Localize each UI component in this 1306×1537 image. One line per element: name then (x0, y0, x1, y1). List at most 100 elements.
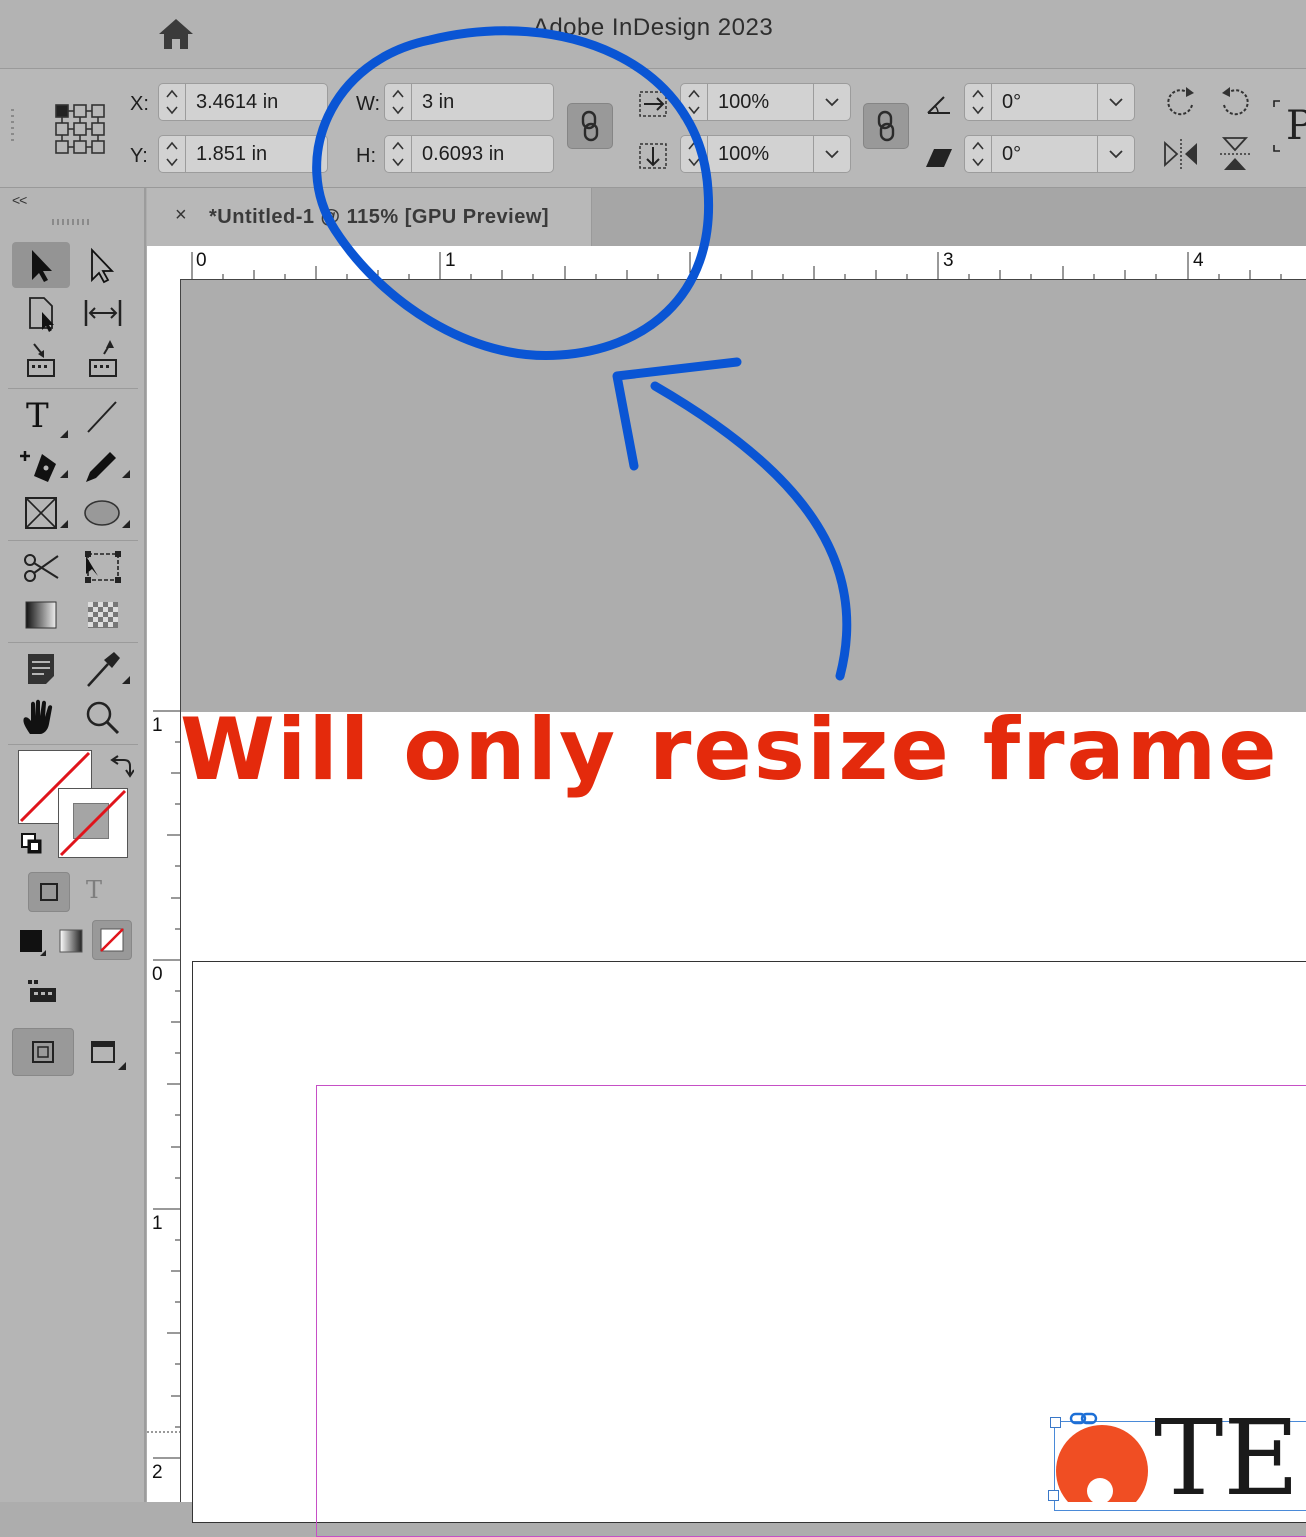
horizontal-ruler[interactable]: 0 1 3 4 (147, 246, 1306, 280)
gap-tool[interactable] (74, 290, 132, 336)
selection-arrow-icon (32, 250, 52, 282)
note-icon (28, 654, 54, 684)
pasteboard[interactable] (181, 280, 1306, 712)
zoom-tool[interactable] (74, 694, 132, 740)
none-swatch-icon (100, 928, 124, 952)
scale-x-field[interactable]: 100% (708, 83, 814, 121)
swap-fill-stroke-icon[interactable] (108, 754, 134, 780)
scale-y-stepper[interactable] (680, 135, 708, 173)
chevron-down-icon (1109, 150, 1123, 159)
window-title: Adobe InDesign 2023 (532, 14, 774, 41)
page-tool[interactable] (12, 290, 70, 336)
stroke-swatch[interactable] (58, 788, 128, 858)
scale-y-field[interactable]: 100% (708, 135, 814, 173)
shear-stepper[interactable] (964, 135, 992, 173)
ellipse-icon (84, 500, 130, 528)
scale-y-dropdown[interactable] (813, 135, 851, 173)
logo-circle-mark (1056, 1425, 1148, 1502)
scale-x-stepper[interactable] (680, 83, 708, 121)
collapse-panel-button[interactable]: << (12, 192, 27, 208)
screen-mode-button[interactable] (74, 1028, 134, 1074)
shear-dropdown[interactable] (1097, 135, 1135, 173)
rotation-dropdown[interactable] (1097, 83, 1135, 121)
pen-tool[interactable] (12, 442, 70, 488)
constrain-scale-button[interactable] (863, 103, 909, 149)
pen-tool-icon (20, 451, 68, 482)
formatting-affects-text-button[interactable]: T (76, 872, 116, 910)
apply-color-button[interactable] (18, 928, 46, 956)
ruler-label: 3 (943, 250, 954, 271)
gradient-swatch-tool[interactable] (12, 592, 70, 638)
chain-link-icon (581, 110, 599, 142)
shear-field[interactable]: 0° (992, 135, 1098, 173)
y-stepper[interactable] (158, 135, 186, 173)
flip-vertical-icon[interactable] (1216, 135, 1254, 173)
rotation-stepper[interactable] (964, 83, 992, 121)
x-label: X: (130, 93, 149, 115)
content-placer-tool[interactable] (74, 338, 132, 384)
gradient-feather-icon (88, 602, 118, 628)
flip-horizontal-icon[interactable] (1162, 135, 1200, 173)
vertical-ruler-ticks (147, 710, 180, 1459)
formatting-affects-container-button[interactable] (28, 872, 70, 912)
h-field[interactable]: 0.6093 in (412, 135, 554, 173)
content-collector-tool[interactable] (12, 338, 70, 384)
reference-point-icon[interactable] (54, 103, 106, 155)
selection-tool[interactable] (12, 242, 70, 288)
panel-grip-icon[interactable] (10, 109, 16, 149)
note-tool[interactable] (12, 646, 70, 692)
chevron-down-icon (825, 98, 839, 107)
ruler-label: 1 (152, 1213, 163, 1234)
pencil-tool[interactable] (74, 442, 132, 488)
chevron-down-icon (1109, 98, 1123, 107)
default-fill-stroke-icon[interactable] (20, 832, 44, 856)
document-tab[interactable]: × *Untitled-1 @ 115% [GPU Preview] (147, 188, 592, 246)
tools-separator (8, 744, 138, 745)
type-tool-icon: T (26, 396, 49, 436)
h-stepper[interactable] (384, 135, 412, 173)
rotate-counterclockwise-icon[interactable] (1216, 83, 1254, 121)
shear-angle-icon (926, 149, 952, 167)
direct-selection-tool[interactable] (74, 242, 132, 288)
apply-gradient-button[interactable] (58, 928, 84, 954)
rotate-clockwise-icon[interactable] (1162, 83, 1200, 121)
line-tool[interactable] (74, 394, 132, 440)
screen-mode-icon (91, 1041, 126, 1070)
apply-none-button[interactable] (92, 920, 132, 960)
w-field[interactable]: 3 in (412, 83, 554, 121)
none-swatch-icon (59, 789, 127, 857)
h-label: H: (356, 145, 376, 167)
direct-selection-arrow-icon (91, 247, 115, 284)
ruler-label: 1 (445, 250, 456, 271)
pencil-icon (86, 452, 130, 482)
y-field[interactable]: 1.851 in (186, 135, 328, 173)
tools-separator (8, 642, 138, 643)
close-tab-icon[interactable]: × (175, 204, 187, 227)
color-theme-tool-icon[interactable] (26, 978, 60, 1006)
hand-tool[interactable] (12, 694, 70, 740)
rectangle-frame-tool[interactable] (12, 490, 70, 536)
constrain-proportions-button[interactable] (567, 103, 613, 149)
x-field[interactable]: 3.4614 in (186, 83, 328, 121)
scale-x-dropdown[interactable] (813, 83, 851, 121)
x-stepper[interactable] (158, 83, 186, 121)
scale-x-icon (639, 91, 667, 117)
frame-bracket-icon (1273, 100, 1280, 152)
panel-grip-icon[interactable] (52, 218, 90, 226)
vertical-ruler[interactable]: 1 0 1 2 (147, 279, 181, 1502)
normal-view-mode-button[interactable] (12, 1028, 74, 1076)
free-transform-icon (85, 551, 121, 583)
free-transform-tool[interactable] (74, 544, 132, 590)
scissors-tool[interactable] (12, 544, 70, 590)
w-stepper[interactable] (384, 83, 412, 121)
rotation-field[interactable]: 0° (992, 83, 1098, 121)
chevron-down-icon (825, 150, 839, 159)
eyedropper-tool[interactable] (74, 646, 132, 692)
ellipse-tool[interactable] (74, 490, 132, 536)
horizontal-ruler-ticks (191, 252, 1282, 279)
magnifier-icon (86, 701, 120, 735)
type-tool[interactable]: T (12, 394, 70, 440)
gradient-feather-tool[interactable] (74, 592, 132, 638)
ruler-label: 2 (152, 1462, 163, 1483)
gap-tool-icon (84, 300, 122, 326)
